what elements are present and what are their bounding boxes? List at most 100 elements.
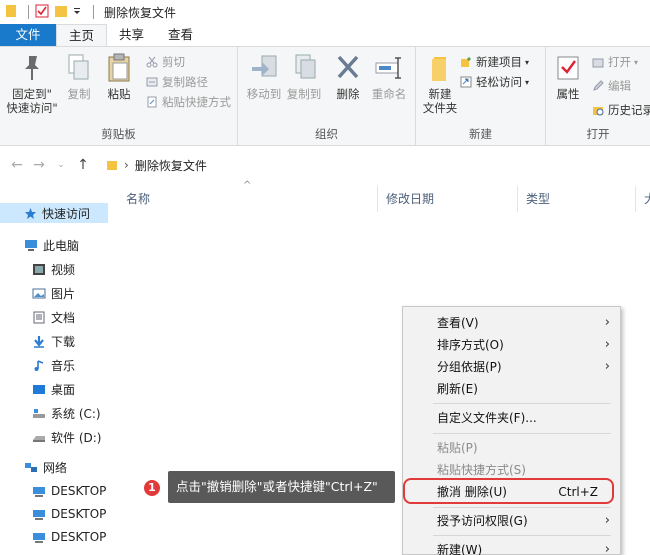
nav-pictures-label: 图片 <box>51 286 76 301</box>
menu-separator <box>433 507 611 508</box>
properties-checkbox-icon[interactable] <box>35 4 49 21</box>
menu-item-customize-label: 自定义文件夹(F)... <box>437 411 537 425</box>
nav-network-desktop-1-label: DESKTOP <box>51 484 107 498</box>
menu-item-paste-label: 粘贴(P) <box>437 441 478 455</box>
nav-videos[interactable]: 视频 <box>32 259 75 279</box>
new-item-icon <box>461 57 471 67</box>
menu-item-grant-access[interactable]: 授予访问权限(G) › <box>403 510 620 532</box>
back-arrow-icon[interactable]: ← <box>6 157 28 173</box>
menu-item-group-label: 分组依据(P) <box>437 360 502 374</box>
nav-downloads[interactable]: 下载 <box>32 331 75 351</box>
pin-quick-access-button[interactable]: 固定到" 快速访问" <box>4 53 60 115</box>
new-folder-icon[interactable] <box>55 4 67 21</box>
copy-path-label: 复制路径 <box>162 75 208 89</box>
copy-icon <box>68 54 89 80</box>
breadcrumb-chevron-icon[interactable]: › <box>124 158 129 172</box>
properties-button[interactable]: 属性 <box>552 53 584 101</box>
forward-arrow-icon[interactable]: → <box>28 157 50 173</box>
nav-documents-label: 文档 <box>51 310 76 325</box>
history-button[interactable]: 历史记录 <box>592 101 650 119</box>
paste-icon <box>108 53 130 82</box>
copy-path-button[interactable]: 复制路径 <box>146 73 208 91</box>
rename-button[interactable]: 重命名 <box>368 53 410 101</box>
nav-documents[interactable]: 文档 <box>32 307 75 327</box>
submenu-arrow-icon: › <box>604 315 610 330</box>
nav-this-pc[interactable]: 此电脑 <box>24 235 79 255</box>
new-item-label: 新建项目 <box>476 55 522 69</box>
open-button[interactable]: 打开 ▾ <box>592 53 638 71</box>
open-icon <box>592 58 604 68</box>
folder-icon <box>107 161 117 170</box>
nav-drive-c[interactable]: 系统 (C:) <box>32 403 101 423</box>
nav-music-label: 音乐 <box>51 358 76 373</box>
cut-button[interactable]: 剪切 <box>146 53 185 71</box>
nav-desktop[interactable]: 桌面 <box>32 379 75 399</box>
nav-pictures[interactable]: 图片 <box>32 283 75 303</box>
nav-network-desktop-1[interactable]: DESKTOP <box>32 481 106 501</box>
address-bar[interactable]: › 删除恢复文件 <box>106 152 207 178</box>
menu-item-new[interactable]: 新建(W) › <box>403 539 620 555</box>
menu-item-sort[interactable]: 排序方式(O) › <box>403 334 620 356</box>
easy-access-button[interactable]: 轻松访问 ▾ <box>460 73 529 91</box>
paste-label: 粘贴 <box>107 87 131 101</box>
new-folder-button[interactable]: 新建 文件夹 <box>420 53 460 115</box>
breadcrumb-current[interactable]: 删除恢复文件 <box>135 157 207 174</box>
edit-button[interactable]: 编辑 <box>592 77 631 95</box>
menu-item-paste[interactable]: 粘贴(P) <box>403 437 620 459</box>
undo-highlight-ring <box>403 478 614 504</box>
paste-button[interactable]: 粘贴 <box>102 53 136 101</box>
submenu-arrow-icon: › <box>604 542 610 555</box>
tab-file[interactable]: 文件 <box>0 24 56 46</box>
nav-network[interactable]: 网络 <box>24 457 67 477</box>
menu-item-refresh-label: 刷新(E) <box>437 382 478 396</box>
dropdown-caret-icon: ▾ <box>634 57 639 67</box>
network-icon <box>25 462 37 472</box>
new-item-button[interactable]: 新建项目 ▾ <box>460 53 529 71</box>
nav-this-pc-label: 此电脑 <box>43 238 80 253</box>
nav-network-desktop-3[interactable]: DESKTOP <box>32 527 106 547</box>
history-label: 历史记录 <box>608 103 650 117</box>
move-to-button[interactable]: 移动到 <box>244 53 284 101</box>
up-arrow-icon[interactable]: ↑ <box>72 157 94 173</box>
tab-share[interactable]: 共享 <box>107 24 156 46</box>
menu-item-customize-folder[interactable]: 自定义文件夹(F)... <box>403 407 620 429</box>
nav-network-desktop-2-label: DESKTOP <box>51 507 107 521</box>
computer-icon <box>25 239 37 251</box>
easy-access-label: 轻松访问 <box>476 75 522 89</box>
column-type[interactable]: 类型 <box>518 186 636 212</box>
copy-to-button[interactable]: 复制到 <box>284 53 324 101</box>
separator <box>93 5 94 19</box>
nav-music[interactable]: 音乐 <box>32 355 75 375</box>
organize-group: 移动到 复制到 删除 重命名 组织 <box>238 47 416 145</box>
open-label: 打开 <box>608 55 631 69</box>
customize-quick-access-icon[interactable] <box>73 5 81 19</box>
nav-videos-label: 视频 <box>51 262 76 277</box>
column-name[interactable]: 名称 <box>118 186 378 212</box>
new-folder-label-1: 新建 <box>428 87 452 101</box>
organize-group-label: 组织 <box>315 127 338 141</box>
column-size[interactable]: 大 <box>636 186 650 212</box>
paste-shortcut-button[interactable]: 粘贴快捷方式 <box>146 93 231 111</box>
copy-button[interactable]: 复制 <box>62 53 96 101</box>
menu-item-group[interactable]: 分组依据(P) › <box>403 356 620 378</box>
nav-quick-access[interactable]: 快速访问 <box>0 203 108 223</box>
nav-network-desktop-3-label: DESKTOP <box>51 530 107 544</box>
tab-home[interactable]: 主页 <box>56 24 108 46</box>
new-group-label: 新建 <box>469 127 492 141</box>
nav-drive-d[interactable]: 软件 (D:) <box>32 427 101 447</box>
recent-locations-chevron-icon[interactable]: ⌄ <box>50 160 72 170</box>
tab-view[interactable]: 查看 <box>156 24 205 46</box>
menu-item-sort-label: 排序方式(O) <box>437 338 504 352</box>
column-modified-date[interactable]: 修改日期 <box>378 186 518 212</box>
menu-item-refresh[interactable]: 刷新(E) <box>403 378 620 400</box>
dropdown-caret-icon: ▾ <box>525 77 530 87</box>
nav-network-label: 网络 <box>43 460 68 475</box>
star-icon <box>25 207 36 219</box>
open-group: 属性 打开 ▾ 编辑 历史记录 打开 <box>546 47 650 145</box>
pin-label-2: 快速访问" <box>6 101 58 115</box>
nav-network-desktop-2[interactable]: DESKTOP <box>32 504 106 524</box>
move-to-icon <box>252 55 277 77</box>
clipboard-group-label: 剪贴板 <box>101 127 136 141</box>
menu-item-view[interactable]: 查看(V) › <box>403 312 620 334</box>
delete-button[interactable]: 删除 <box>330 53 366 101</box>
